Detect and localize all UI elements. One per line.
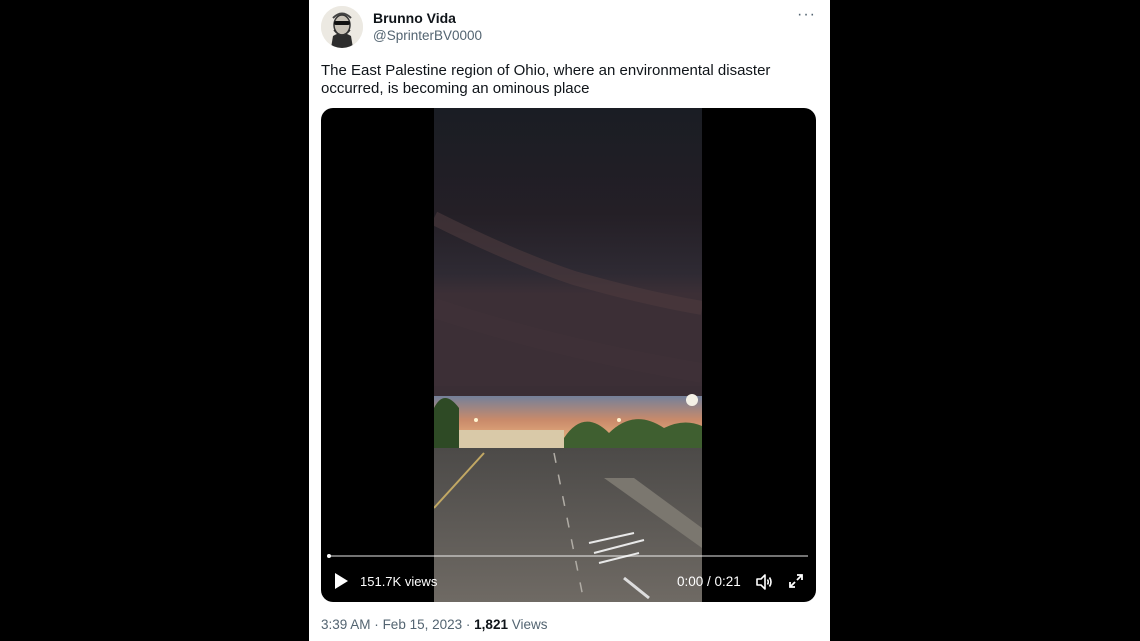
- video-frame: [434, 108, 702, 602]
- views-count: 1,821: [474, 617, 508, 632]
- tweet-meta: 3:39 AM · Feb 15, 2023 · 1,821 Views: [321, 617, 548, 632]
- author-handle[interactable]: @SprinterBV0000: [373, 28, 482, 43]
- fullscreen-icon[interactable]: [788, 573, 804, 589]
- progress-handle[interactable]: [327, 554, 331, 558]
- author-name[interactable]: Brunno Vida: [373, 10, 456, 26]
- avatar-icon: [321, 6, 363, 48]
- more-options-icon[interactable]: ···: [797, 6, 816, 24]
- video-player[interactable]: 151.7K views 0:00 / 0:21: [321, 108, 816, 602]
- video-time: 0:00 / 0:21: [677, 574, 741, 589]
- meta-separator: ·: [465, 617, 471, 632]
- views-label: Views: [511, 617, 548, 632]
- volume-icon[interactable]: [755, 573, 773, 591]
- play-icon[interactable]: [333, 572, 349, 590]
- tweet-text: The East Palestine region of Ohio, where…: [321, 62, 771, 97]
- meta-separator: ·: [374, 617, 379, 632]
- video-views: 151.7K views: [360, 574, 438, 589]
- progress-bar[interactable]: [329, 555, 808, 557]
- tweet-card: Brunno Vida @SprinterBV0000 ··· The East…: [309, 0, 830, 641]
- tweet-time[interactable]: 3:39 AM: [321, 617, 371, 632]
- tweet-date[interactable]: Feb 15, 2023: [383, 617, 463, 632]
- avatar[interactable]: [321, 6, 363, 48]
